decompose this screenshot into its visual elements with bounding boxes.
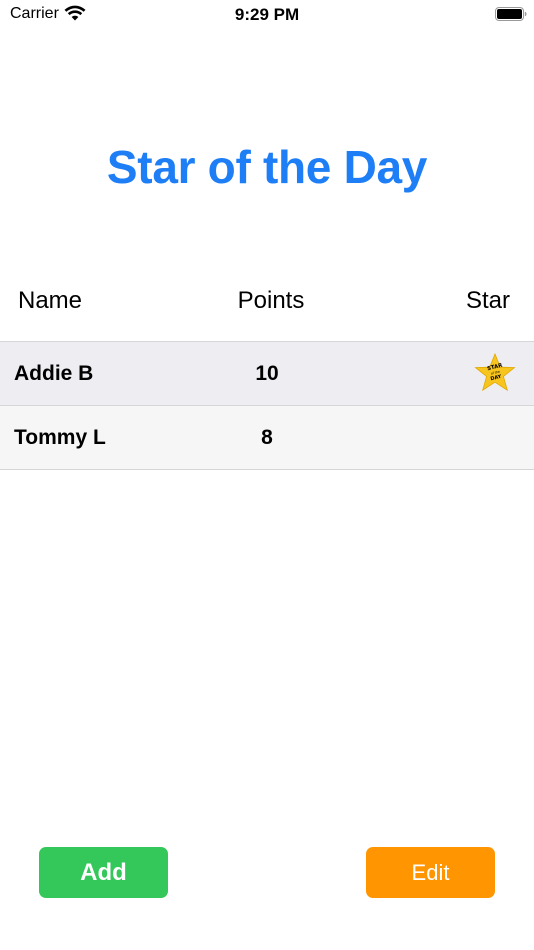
- column-header-star: Star: [465, 287, 510, 314]
- screen: Carrier 9:29 PM Star of the Day Name Poi…: [0, 0, 534, 950]
- student-table: Addie B 10 STAR of the DAY Tommy L 8: [0, 341, 534, 470]
- table-row[interactable]: Tommy L 8: [0, 406, 534, 470]
- table-header: Name Points Star: [0, 287, 534, 319]
- star-badge-icon: STAR of the DAY: [474, 352, 516, 392]
- status-bar: Carrier 9:29 PM: [0, 0, 534, 28]
- status-time: 9:29 PM: [234, 5, 300, 24]
- student-name: Addie B: [14, 362, 94, 385]
- add-button[interactable]: Add: [39, 847, 168, 898]
- student-points: 8: [261, 426, 273, 449]
- student-points: 10: [255, 362, 279, 385]
- app-title: Star of the Day: [106, 141, 428, 193]
- table-row[interactable]: Addie B 10 STAR of the DAY: [0, 342, 534, 406]
- student-name: Tommy L: [14, 426, 106, 449]
- battery-icon: [495, 7, 527, 21]
- edit-button[interactable]: Edit: [366, 847, 495, 898]
- column-header-points: Points: [237, 287, 305, 314]
- column-header-name: Name: [18, 287, 83, 314]
